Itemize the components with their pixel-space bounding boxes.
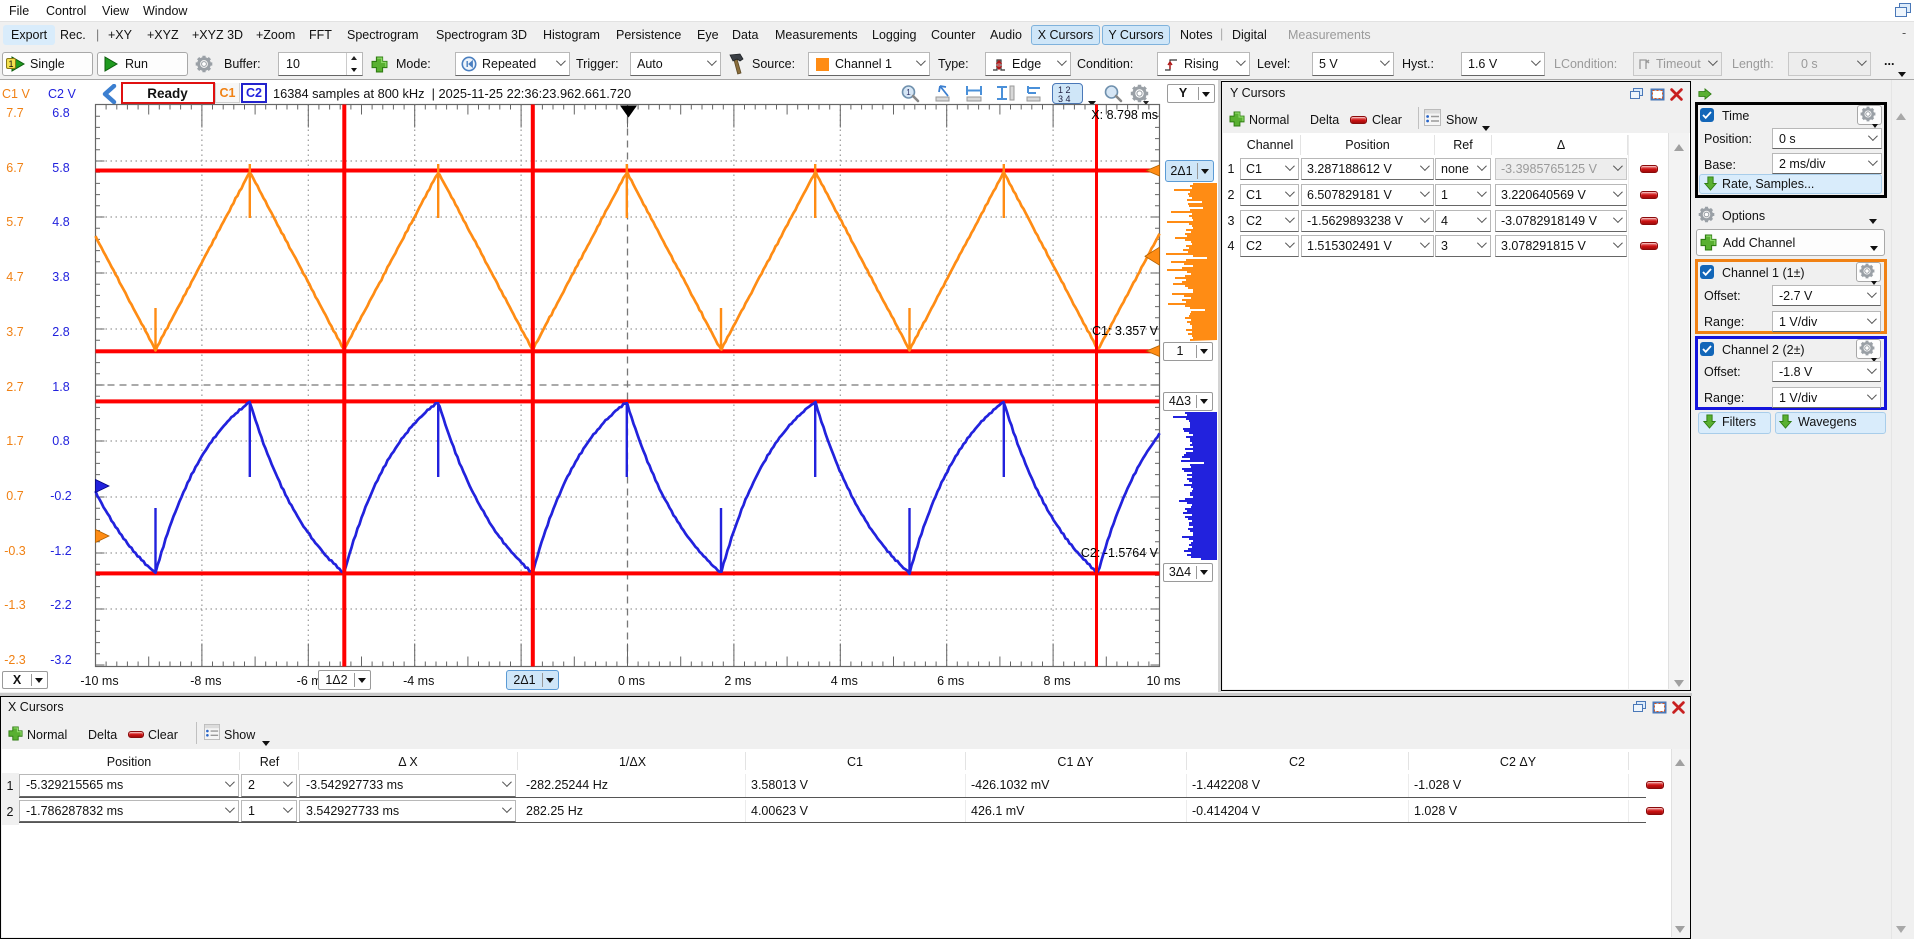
svg-text:C1: 3.357 V: C1: 3.357 V [1092,324,1159,338]
svg-text:X: 8.798 ms: X: 8.798 ms [1091,108,1158,122]
svg-text:C2: -1.5764 V: C2: -1.5764 V [1081,546,1159,560]
